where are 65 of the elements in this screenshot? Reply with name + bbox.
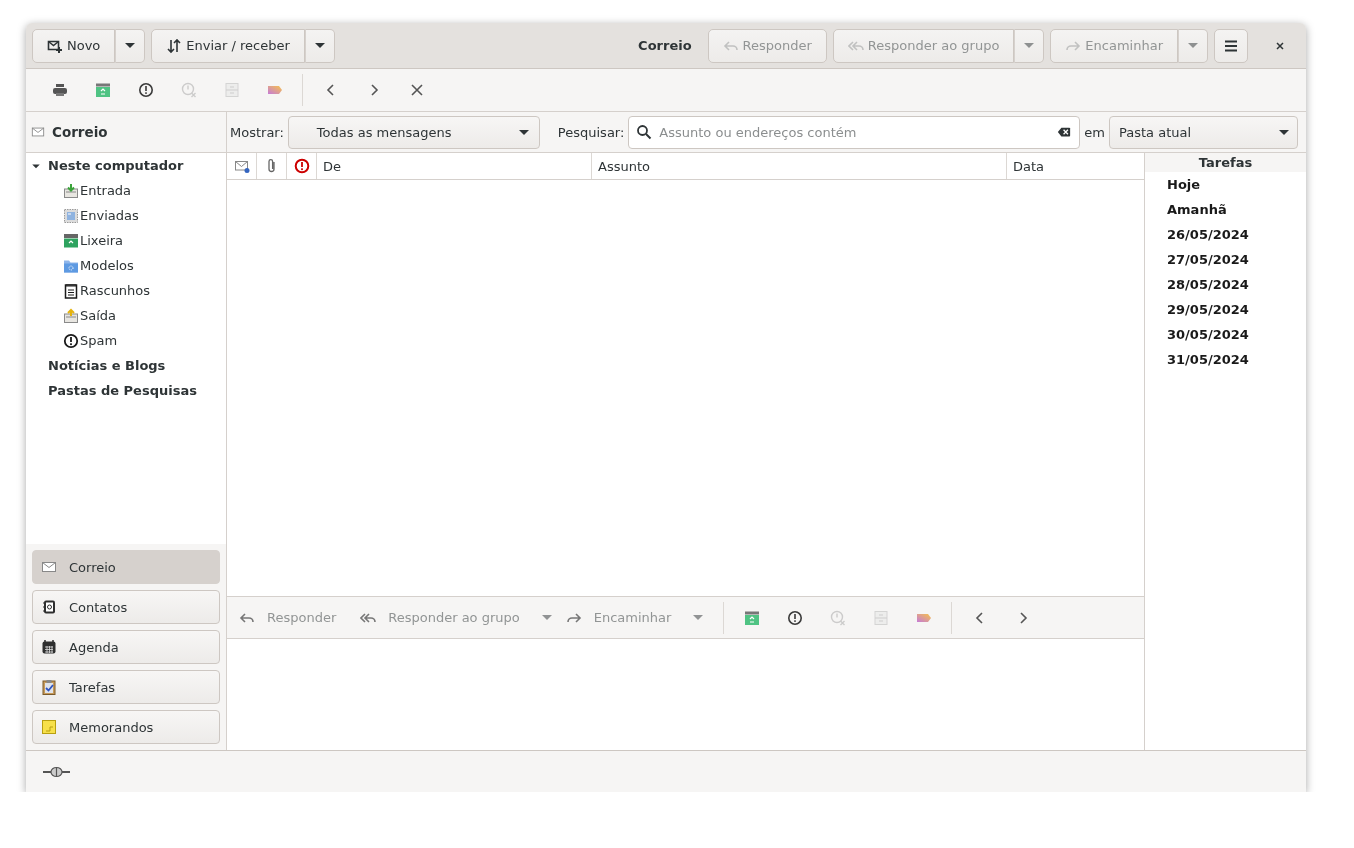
notepad-icon (63, 282, 79, 299)
column-header[interactable]: Assunto (592, 153, 1007, 179)
switcher-button[interactable]: Memorandos (32, 710, 220, 744)
search-field[interactable]: Assunto ou endereços contém (628, 115, 1081, 149)
up-down-arrows-icon (166, 37, 183, 54)
outbox-icon (63, 307, 79, 324)
close-icon (1274, 39, 1286, 52)
filter-dropdown[interactable]: Todas as mensagens (287, 115, 540, 149)
caret-icon (518, 129, 529, 135)
switcher-button[interactable]: Contatos (32, 590, 220, 624)
task-group-label[interactable]: 27/05/2024 (1145, 247, 1306, 272)
toolbar-button[interactable]: Enviar / receber (151, 28, 305, 63)
stamp-icon (63, 207, 79, 224)
search-label: Pesquisar: (557, 124, 625, 140)
tree-item[interactable]: Pastas de Pesquisas (26, 378, 226, 403)
task-group-label[interactable]: Hoje (1145, 172, 1306, 197)
tree-item[interactable]: Neste computador (26, 153, 226, 178)
sidebar-title: Correio (52, 124, 108, 140)
exclamation-circle-icon (293, 158, 310, 174)
caret-icon (1024, 43, 1035, 48)
caret-icon (314, 43, 325, 48)
panel-title: Tarefas (1145, 153, 1306, 172)
column-header[interactable]: De (317, 153, 592, 179)
window-title: Correio (638, 38, 692, 53)
switcher-button[interactable]: Agenda (32, 630, 220, 664)
clipboard-check-icon (41, 679, 57, 695)
tree-item[interactable]: Entrada (26, 178, 226, 203)
task-group-label[interactable]: 29/05/2024 (1145, 297, 1306, 322)
note-icon (41, 719, 57, 735)
menu-button[interactable] (1214, 28, 1248, 63)
toolbar-button[interactable]: Novo (32, 28, 116, 63)
tree-item[interactable]: Lixeira (26, 228, 226, 253)
tree-item[interactable]: Notícias e Blogs (26, 353, 226, 378)
task-group-label[interactable]: 30/05/2024 (1145, 322, 1306, 347)
switcher-button[interactable]: Correio (32, 550, 220, 584)
dropdown-button[interactable] (304, 28, 335, 63)
search-icon (636, 123, 653, 140)
calendar-icon (41, 639, 57, 655)
tree-item[interactable]: Enviadas (26, 203, 226, 228)
caret-icon (1188, 43, 1198, 48)
caret-icon (693, 615, 704, 620)
tree-item[interactable]: Spam (26, 328, 226, 353)
scope-label: em (1084, 124, 1106, 140)
task-group-label[interactable]: 31/05/2024 (1145, 347, 1306, 372)
envelope-icon (233, 158, 250, 174)
switcher-button[interactable]: Tarefas (32, 670, 220, 704)
caret-icon (541, 615, 552, 620)
caret-icon (1279, 129, 1290, 135)
inbox-icon (63, 182, 79, 199)
envelope-icon (30, 125, 46, 139)
tree-item[interactable]: Saída (26, 303, 226, 328)
task-group-label[interactable]: Amanhã (1145, 197, 1306, 222)
recycle-bin-icon (63, 232, 79, 249)
column-header[interactable]: Data (1007, 153, 1144, 179)
exclamation-circle-icon (63, 332, 79, 349)
filter-label: Mostrar: (230, 124, 284, 140)
dropdown-button[interactable] (115, 28, 146, 63)
tree-item[interactable]: Rascunhos (26, 278, 226, 303)
envelope-icon (41, 559, 57, 575)
caret-icon (125, 43, 136, 48)
task-group-label[interactable]: 28/05/2024 (1145, 272, 1306, 297)
address-book-icon (41, 599, 57, 615)
task-group-label[interactable]: 26/05/2024 (1145, 222, 1306, 247)
scope-dropdown[interactable]: Pasta atual (1109, 115, 1299, 149)
tree-item[interactable]: Modelos (26, 253, 226, 278)
